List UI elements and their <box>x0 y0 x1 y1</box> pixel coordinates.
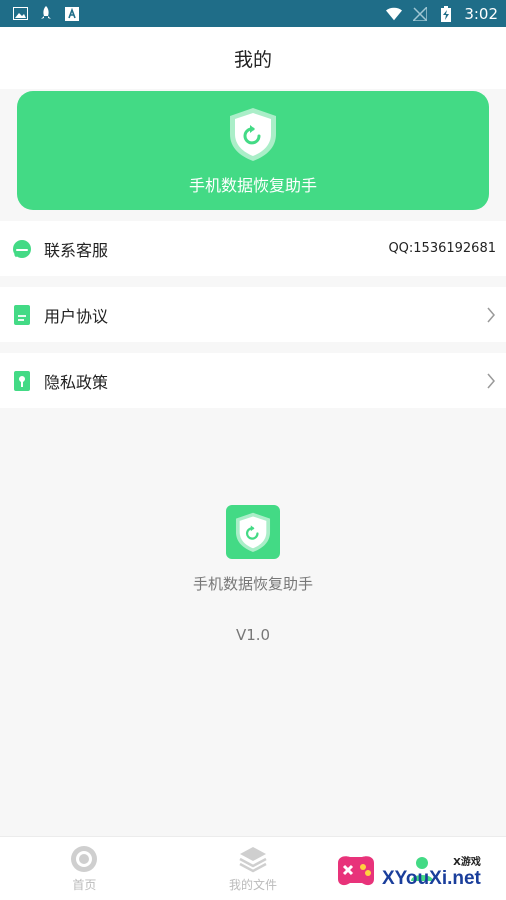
app-version: V1.0 <box>235 626 271 644</box>
text-a-icon <box>64 6 80 22</box>
gamepad-logo-icon <box>334 849 378 893</box>
status-bar: 3:02 <box>0 0 506 27</box>
layers-icon <box>238 844 268 874</box>
contact-qq-value: QQ:1536192681 <box>388 241 496 256</box>
page-title: 我的 <box>233 48 272 71</box>
app-logo-icon <box>226 505 280 559</box>
user-agreement-row[interactable]: 用户协议 <box>0 287 506 342</box>
nav-item-files[interactable]: 我的文件 <box>193 844 313 893</box>
app-hero-card: 手机数据恢复助手 <box>17 91 489 210</box>
watermark-small: X游戏 <box>453 856 481 868</box>
rocket-icon <box>38 6 54 22</box>
nav-label-files: 我的文件 <box>228 878 277 892</box>
status-right: 3:02 <box>386 5 498 23</box>
chat-bubble-icon <box>12 239 32 259</box>
chevron-right-icon <box>486 307 496 323</box>
lock-keyhole-icon <box>12 370 32 391</box>
privacy-policy-label: 隐私政策 <box>44 372 109 392</box>
status-left <box>12 6 80 22</box>
image-icon <box>12 6 28 22</box>
nav-label-home: 首页 <box>72 878 97 892</box>
watermark-text: X游戏 XYouXi.net <box>382 853 481 890</box>
user-agreement-label: 用户协议 <box>44 306 109 326</box>
hero-app-name: 手机数据恢复助手 <box>188 175 317 195</box>
privacy-policy-row[interactable]: 隐私政策 <box>0 353 506 408</box>
about-app-name: 手机数据恢复助手 <box>192 575 313 593</box>
no-signal-icon <box>412 6 428 22</box>
battery-charging-icon <box>438 5 454 22</box>
shield-restore-icon <box>226 106 280 162</box>
home-icon <box>69 844 99 874</box>
wifi-icon <box>386 6 403 22</box>
about-section: 手机数据恢复助手 V1.0 <box>0 505 506 644</box>
contact-support-label: 联系客服 <box>44 240 109 260</box>
contact-support-row[interactable]: 联系客服 QQ:1536192681 <box>0 221 506 276</box>
page-header: 我的 <box>0 27 506 89</box>
status-time: 3:02 <box>464 4 498 23</box>
document-icon <box>12 304 32 325</box>
site-watermark: X游戏 XYouXi.net <box>334 846 504 896</box>
chevron-right-icon <box>486 373 496 389</box>
watermark-domain: XYouXi.net <box>382 867 481 889</box>
nav-item-home[interactable]: 首页 <box>24 844 144 893</box>
